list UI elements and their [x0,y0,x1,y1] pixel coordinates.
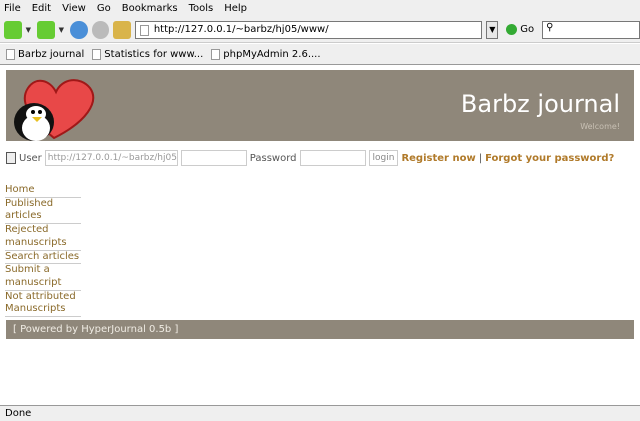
nav-rejected-manuscripts[interactable]: Rejected manuscripts [5,224,81,251]
page-icon [211,48,221,60]
nav-search-articles[interactable]: Search articles [5,251,81,265]
url-text: http://127.0.0.1/~barbz/hj05/www/ [153,24,329,35]
penguin-heart-logo [14,79,95,141]
login-button[interactable]: login [368,150,399,166]
reload-icon[interactable] [70,20,88,39]
nav-submit-manuscript[interactable]: Submit a manuscript [5,264,81,291]
bookmark-label: phpMyAdmin 2.6.... [223,48,321,60]
page-icon [92,48,102,60]
bookmark-label: Barbz journal [18,48,85,60]
navigation-toolbar: ▼ ▼ http://127.0.0.1/~barbz/hj05/www/ ▼ … [0,17,640,43]
nav-home[interactable]: Home [5,184,81,198]
back-dropdown-icon[interactable]: ▼ [26,26,31,34]
menu-help[interactable]: Help [224,3,247,14]
login-icon [6,152,16,164]
separator: | [478,152,483,164]
search-icon: ⚲ [546,21,554,33]
back-icon[interactable] [4,20,22,39]
menu-bar: File Edit View Go Bookmarks Tools Help [0,0,640,17]
sidebar-nav: Home Published articles Rejected manuscr… [5,184,81,318]
login-form: User Password login Register now | Forgo… [6,150,614,166]
password-input[interactable] [299,150,366,166]
user-label: User [19,152,42,164]
password-label: Password [249,152,297,164]
register-link[interactable]: Register now [401,153,475,164]
nav-published-articles[interactable]: Published articles [5,198,81,225]
address-dropdown-button[interactable]: ▼ [486,20,499,39]
forward-dropdown-icon[interactable]: ▼ [59,26,64,34]
forward-icon[interactable] [37,20,55,39]
menu-go[interactable]: Go [97,3,111,14]
secondary-input[interactable] [180,150,247,166]
welcome-text: Welcome! [580,122,620,131]
bookmark-item[interactable]: phpMyAdmin 2.6.... [211,48,321,60]
site-footer: [ Powered by HyperJournal 0.5b ] [6,320,634,339]
home-icon[interactable] [113,20,131,39]
page-icon [6,48,15,60]
bookmark-label: Statistics for www... [104,48,204,60]
menu-tools[interactable]: Tools [189,3,214,14]
forgot-password-link[interactable]: Forgot your password? [485,153,614,164]
address-bar[interactable]: http://127.0.0.1/~barbz/hj05/www/ [134,20,483,39]
go-icon [506,24,518,35]
page-icon [139,24,149,36]
stop-icon[interactable] [91,20,110,39]
menu-view[interactable]: View [62,3,86,14]
nav-not-attributed[interactable]: Not attributed Manuscripts [5,291,81,318]
go-button[interactable]: Go [506,24,534,35]
menu-file[interactable]: File [4,3,21,14]
bookmark-item[interactable]: Barbz journal [6,48,85,60]
bookmarks-toolbar: Barbz journal Statistics for www... phpM… [0,44,640,65]
go-label: Go [520,24,535,35]
menu-bookmarks[interactable]: Bookmarks [122,3,178,14]
site-header: Barbz journal Welcome! [6,70,634,141]
search-input[interactable]: ⚲ [542,20,640,39]
bookmark-item[interactable]: Statistics for www... [92,48,204,60]
site-title: Barbz journal [460,90,620,118]
status-bar: Done [0,405,640,421]
menu-edit[interactable]: Edit [32,3,51,14]
user-input[interactable] [44,150,178,166]
